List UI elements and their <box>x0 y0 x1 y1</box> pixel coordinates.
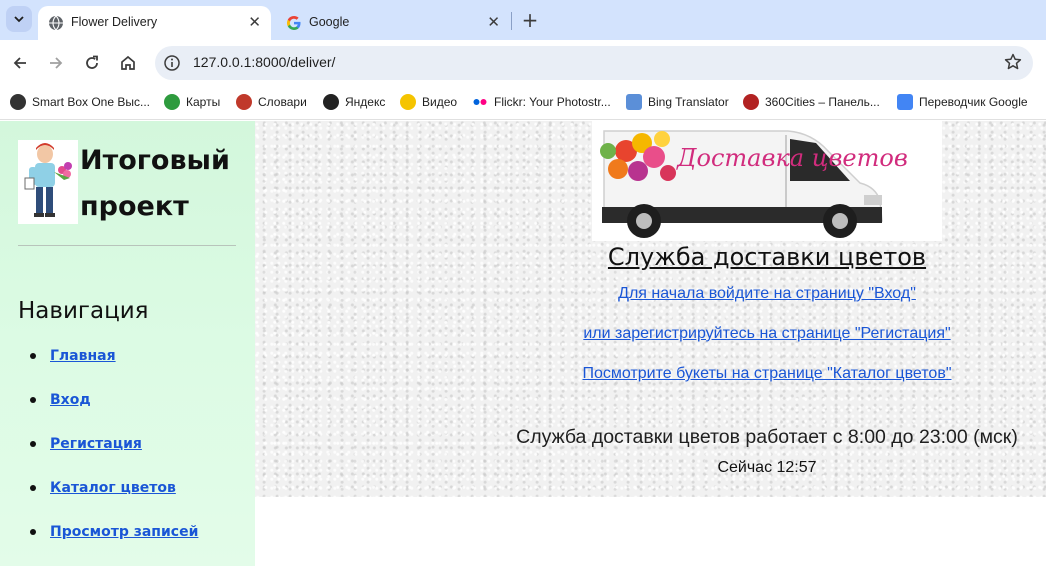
tab-strip: Flower Delivery ✕ Google ✕ + <box>0 0 1046 40</box>
forward-button[interactable] <box>44 51 68 75</box>
bookmarks-bar: Smart Box One Выс... Карты Словари Яндек… <box>0 86 1046 120</box>
google-icon <box>287 16 301 30</box>
star-icon[interactable] <box>1003 52 1023 72</box>
home-button[interactable] <box>116 51 140 75</box>
bookmark-label: Видео <box>422 95 458 109</box>
reload-icon <box>86 55 98 69</box>
bookmark-label: Flickr: Your Photostr... <box>494 95 611 109</box>
home-icon <box>121 55 135 70</box>
divider <box>18 245 236 246</box>
sidebar: Итоговый проект Навигация Главная Вход Р… <box>0 121 255 566</box>
tab-separator <box>511 12 512 30</box>
nav-link-records[interactable]: Просмотр записей <box>50 524 198 540</box>
bookmark-video[interactable]: Видео <box>400 92 457 112</box>
bookmark-label: Яндекс <box>345 95 386 109</box>
nav-list: Главная Вход Регистация Каталог цветов П… <box>30 345 198 565</box>
page-content: Итоговый проект Навигация Главная Вход Р… <box>0 121 1046 566</box>
current-time-text: Сейчас 12:57 <box>717 459 817 476</box>
back-button[interactable] <box>8 51 32 75</box>
smartbox-icon <box>10 94 26 110</box>
bookmark-smart-box[interactable]: Smart Box One Выс... <box>10 92 150 112</box>
nav-item-records: Просмотр записей <box>30 521 198 565</box>
url-text[interactable]: 127.0.0.1:8000/deliver/ <box>193 54 335 70</box>
bookmark-label: Bing Translator <box>648 95 729 109</box>
bookmark-flickr[interactable]: Flickr: Your Photostr... <box>472 92 611 112</box>
delivery-van-image: Доставка цветов <box>592 121 942 241</box>
nav-link-home[interactable]: Главная <box>50 348 116 364</box>
bookmark-bing-translator[interactable]: Bing Translator <box>626 92 729 112</box>
arrow-right-icon <box>50 57 63 69</box>
nav-item-home: Главная <box>30 345 198 389</box>
plus-icon: + <box>521 8 539 32</box>
tab-search-button[interactable] <box>6 6 32 32</box>
360cities-icon <box>743 94 759 110</box>
link-catalog[interactable]: Посмотрите букеты на странице "Каталог ц… <box>455 365 1046 383</box>
courier-illustration <box>24 143 72 217</box>
chevron-down-icon <box>14 16 24 23</box>
nav-link-login[interactable]: Вход <box>50 392 91 408</box>
nav-item-register: Регистация <box>30 433 198 477</box>
link-register[interactable]: или зарегистрируйтесь на странице "Регис… <box>455 325 1046 343</box>
van-sign-text: Доставка цветов <box>676 144 908 172</box>
bookmark-google-translate[interactable]: Переводчик Google <box>897 92 1028 112</box>
link-login[interactable]: Для начала войдите на страницу "Вход" <box>455 285 1046 303</box>
working-hours-text: Служба доставки цветов работает с 8:00 д… <box>516 426 1018 448</box>
new-tab-button[interactable]: + <box>519 9 541 31</box>
flickr-icon <box>472 94 488 110</box>
video-icon <box>400 94 416 110</box>
bookmark-maps[interactable]: Карты <box>164 92 220 112</box>
bookmark-label: Карты <box>186 95 221 109</box>
reload-button[interactable] <box>80 51 104 75</box>
nav-link-catalog[interactable]: Каталог цветов <box>50 480 176 496</box>
nav-heading: Навигация <box>18 298 149 324</box>
site-title: Итоговый проект <box>80 145 230 222</box>
tab-flower-delivery[interactable]: Flower Delivery ✕ <box>38 6 271 40</box>
bing-translator-icon <box>626 94 642 110</box>
dictionary-icon <box>236 94 252 110</box>
browser-toolbar: 127.0.0.1:8000/deliver/ <box>0 40 1046 86</box>
courier-logo <box>18 140 78 224</box>
close-icon[interactable]: ✕ <box>487 14 500 30</box>
nav-item-login: Вход <box>30 389 198 433</box>
page-title: Служба доставки цветов <box>607 243 927 271</box>
bookmark-dictionaries[interactable]: Словари <box>236 92 307 112</box>
tab-title: Google <box>309 15 350 29</box>
bookmark-360cities[interactable]: 360Cities – Панель... <box>743 92 880 112</box>
bookmark-label: 360Cities – Панель... <box>765 95 880 109</box>
close-icon[interactable]: ✕ <box>248 14 261 30</box>
info-icon[interactable] <box>163 54 181 72</box>
address-bar[interactable]: 127.0.0.1:8000/deliver/ <box>155 46 1033 80</box>
tab-title: Flower Delivery <box>71 15 158 29</box>
bookmark-label: Переводчик Google <box>919 95 1028 109</box>
tab-google[interactable]: Google ✕ <box>276 6 510 40</box>
maps-icon <box>164 94 180 110</box>
globe-icon <box>49 15 63 31</box>
bookmark-label: Словари <box>258 95 307 109</box>
nav-link-register[interactable]: Регистация <box>50 436 142 452</box>
google-translate-icon <box>897 94 913 110</box>
nav-item-catalog: Каталог цветов <box>30 477 198 521</box>
arrow-left-icon <box>13 57 26 69</box>
main-content: Доставка цветов Служба доставки цветов Д… <box>255 121 1046 497</box>
bookmark-label: Smart Box One Выс... <box>32 95 150 109</box>
yandex-icon <box>323 94 339 110</box>
bookmark-yandex[interactable]: Яндекс <box>323 92 385 112</box>
